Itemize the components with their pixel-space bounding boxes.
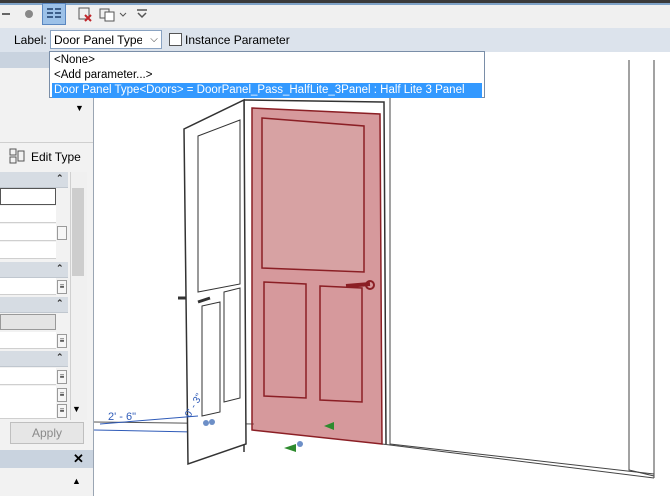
dimension-grip [297, 441, 303, 447]
apply-button[interactable]: Apply [10, 422, 84, 444]
label-combo-value[interactable]: Door Panel Type‹ [54, 33, 142, 47]
property-browse-button[interactable]: ≡ [57, 334, 67, 348]
scroll-up-icon[interactable]: ▲ [72, 476, 81, 486]
door-3d-view[interactable]: 2' - 6" 0' - 3" [94, 52, 670, 496]
property-browse-button[interactable] [57, 226, 67, 240]
customize-toolbar-icon[interactable] [134, 5, 152, 23]
property-browse-button[interactable]: ≡ [57, 388, 67, 402]
edit-type-button[interactable]: Edit Type [31, 150, 81, 164]
type-selector-arrow-icon[interactable]: ▼ [75, 103, 84, 113]
chevron-down-icon[interactable]: ⌵ [147, 31, 161, 48]
dropdown-item-none[interactable]: <None> [52, 53, 95, 68]
property-value-field[interactable] [0, 242, 56, 259]
wall-edge [389, 60, 655, 475]
property-value-field[interactable] [0, 188, 56, 205]
property-browse-button[interactable]: ≡ [57, 280, 67, 294]
switch-windows-dropdown-icon[interactable] [118, 5, 128, 23]
collapse-chevron-icon[interactable]: ⌃ [56, 173, 64, 184]
wall-edge [628, 60, 655, 477]
edit-type-icon[interactable] [8, 147, 26, 165]
property-value-field[interactable] [0, 224, 56, 241]
switch-windows-icon[interactable] [98, 5, 116, 23]
dimension-grip [209, 419, 215, 425]
properties-scrollbar-thumb[interactable] [72, 188, 84, 276]
property-value-field[interactable] [0, 332, 56, 349]
thin-lines-icon[interactable] [42, 3, 66, 25]
dropdown-item-add-parameter[interactable]: <Add parameter...> [52, 68, 152, 83]
property-value-field[interactable] [0, 314, 56, 330]
property-browse-button[interactable]: ≡ [57, 404, 67, 418]
instance-parameter-label[interactable]: Instance Parameter [185, 33, 290, 47]
collapse-chevron-icon[interactable]: ⌃ [56, 352, 64, 363]
property-value-field[interactable] [0, 368, 56, 385]
close-icon[interactable]: ✕ [73, 451, 84, 467]
instance-parameter-checkbox[interactable] [169, 33, 182, 46]
label-caption: Label: [14, 33, 47, 47]
dimension-text: 2' - 6" [108, 411, 136, 423]
property-value-field[interactable] [0, 386, 56, 403]
close-hidden-windows-icon[interactable] [76, 5, 94, 23]
collapse-chevron-icon[interactable]: ⌃ [56, 298, 64, 309]
dimension-line [94, 429, 195, 433]
divider [0, 142, 93, 143]
highlighted-glass-panel [261, 117, 365, 273]
property-value-field[interactable] [0, 278, 56, 295]
wall-edge [381, 443, 655, 479]
property-browse-button[interactable]: ≡ [57, 370, 67, 384]
scroll-down-icon[interactable]: ▼ [72, 404, 81, 414]
record-icon[interactable] [20, 5, 38, 23]
dimension-grip [203, 420, 209, 426]
collapse-chevron-icon[interactable]: ⌃ [56, 263, 64, 274]
undo-icon[interactable] [0, 5, 18, 23]
property-value-field[interactable] [0, 206, 56, 223]
property-value-field[interactable] [0, 402, 56, 419]
label-dropdown-list: <None> <Add parameter...> Door Panel Typ… [49, 51, 485, 98]
flip-arrow-icon [284, 444, 296, 452]
dropdown-item-door-panel-type[interactable]: Door Panel Type<Doors> = DoorPanel_Pass_… [52, 83, 482, 98]
